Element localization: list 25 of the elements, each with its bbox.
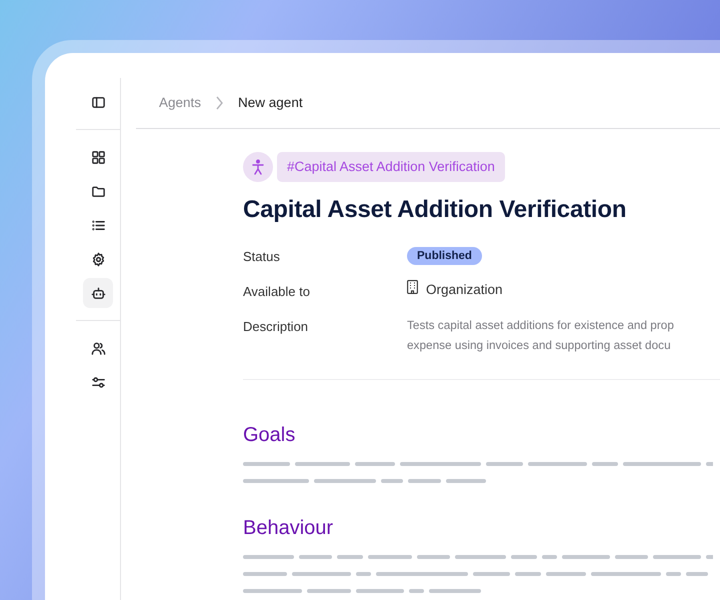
agent-tag: #Capital Asset Addition Verification [277, 152, 505, 182]
field-label: Available to [243, 283, 311, 302]
status-badge: Published [407, 247, 482, 266]
sidebar-item[interactable] [83, 278, 113, 308]
description-text: Tests capital asset additions for existence and prop [407, 317, 674, 334]
description-text: expense using invoices and supporting asset docu [407, 337, 672, 354]
breadcrumb-item[interactable]: Agents [159, 92, 202, 114]
section-heading: Behaviour [243, 516, 334, 542]
organization-label: Organization [426, 281, 503, 300]
section-heading: Goals [243, 423, 296, 448]
folder-icon [90, 184, 106, 198]
list-icon [90, 218, 106, 232]
users-icon [90, 340, 106, 356]
robot-icon [90, 286, 106, 300]
avatar-icon [243, 152, 273, 182]
settings-icon [90, 252, 106, 266]
sliders-icon [90, 374, 106, 390]
agent-title: Capital Asset Addition Verification [243, 195, 628, 226]
field-label: Description [243, 318, 310, 336]
breadcrumb-item: New agent [238, 94, 303, 112]
chevron-icon [215, 96, 224, 110]
building-icon [407, 280, 418, 294]
field-label: Status [243, 248, 281, 266]
grid-icon [90, 150, 106, 164]
panel-toggle-icon [90, 94, 106, 110]
